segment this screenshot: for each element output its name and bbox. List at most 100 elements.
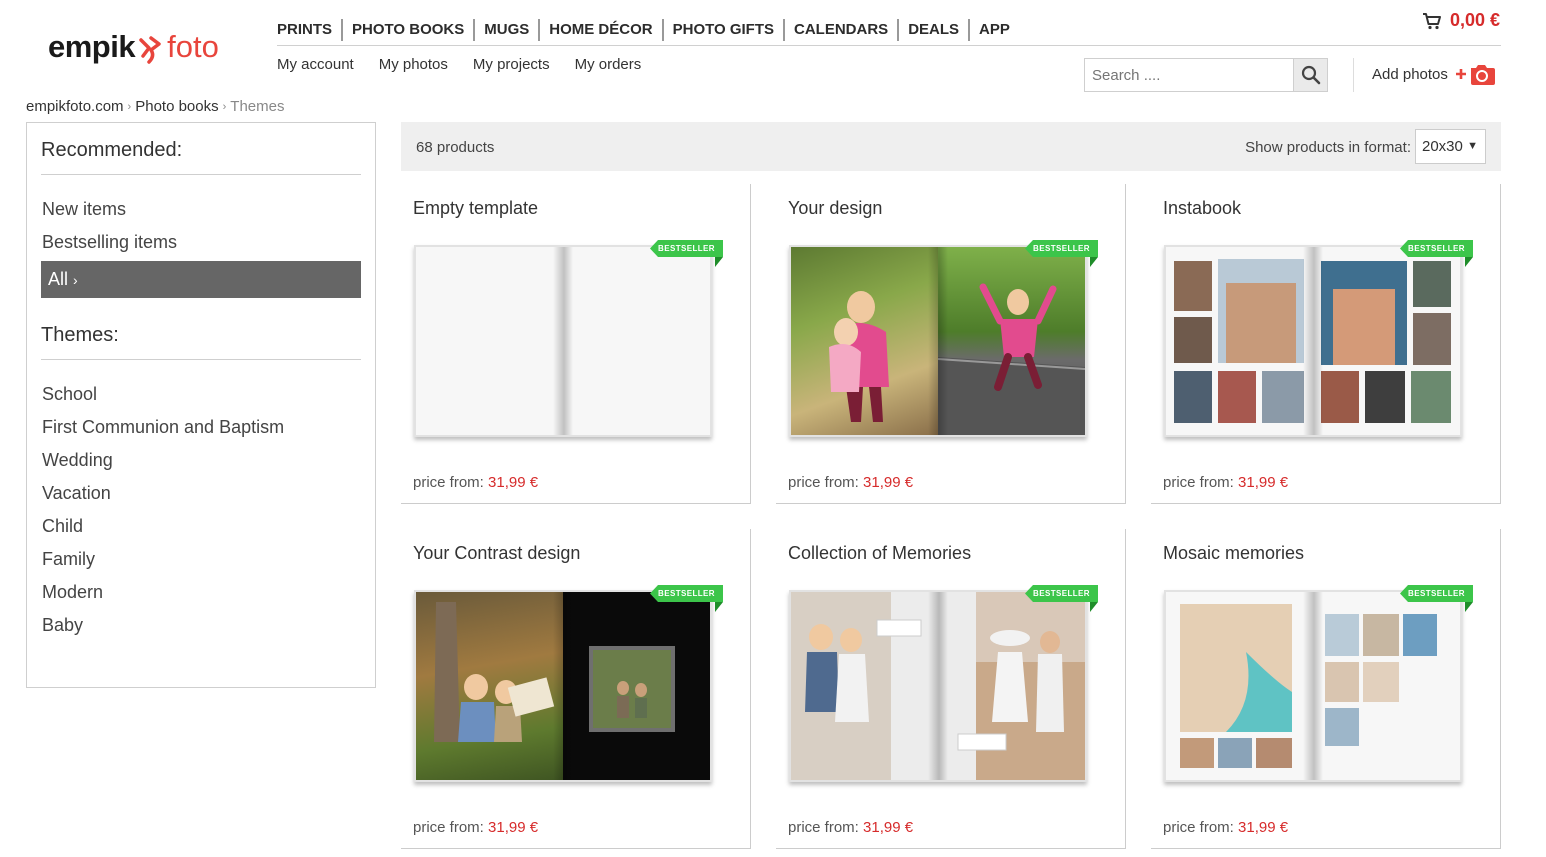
link-my-orders[interactable]: My orders — [575, 56, 642, 73]
product-image[interactable]: BESTSELLER — [414, 585, 723, 782]
product-card[interactable]: Mosaic memories BESTSELLER price from: 3… — [1151, 529, 1501, 849]
nav-calendars[interactable]: CALENDARS — [785, 18, 900, 41]
breadcrumb-photo-books[interactable]: Photo books — [135, 98, 218, 115]
bestseller-badge: BESTSELLER — [1400, 240, 1473, 257]
bestseller-badge: BESTSELLER — [650, 585, 723, 602]
price-value: 31,99 € — [863, 819, 914, 836]
sidebar: Recommended: New items Bestselling items… — [26, 122, 376, 688]
nav-app[interactable]: APP — [970, 19, 1019, 41]
nav-photo-gifts[interactable]: PHOTO GIFTS — [664, 18, 786, 41]
add-camera-icon — [1455, 65, 1495, 85]
theme-wedding[interactable]: Wedding — [41, 444, 361, 477]
photo-girls-hugging — [829, 291, 889, 422]
product-card[interactable]: Instabook BESTSELLER price from: 31,99 € — [1151, 184, 1501, 504]
logo[interactable]: empik foto — [48, 26, 219, 68]
product-count: 68 products — [416, 139, 495, 156]
nav-mugs[interactable]: MUGS — [475, 18, 541, 41]
price-label: price from: — [788, 819, 859, 836]
photo-kids-reading-map — [434, 602, 555, 742]
nav-photo-books[interactable]: PHOTO BOOKS — [343, 18, 476, 41]
theme-family[interactable]: Family — [41, 543, 361, 576]
product-image[interactable]: BESTSELLER — [1164, 240, 1473, 437]
photo-kids-in-forest — [589, 646, 675, 732]
logo-text-foto: foto — [167, 29, 219, 64]
search-button[interactable] — [1293, 59, 1327, 91]
product-price: price from: 31,99 € — [788, 819, 913, 836]
price-value: 31,99 € — [488, 819, 539, 836]
breadcrumb-current: Themes — [230, 98, 285, 115]
price-label: price from: — [413, 819, 484, 836]
product-title[interactable]: Empty template — [413, 198, 538, 219]
product-card[interactable]: Your Contrast design BESTSELLER price fr… — [401, 529, 751, 849]
price-value: 31,99 € — [488, 474, 539, 491]
theme-modern[interactable]: Modern — [41, 576, 361, 609]
search-icon — [1301, 65, 1320, 85]
photo-couple-on-beach — [957, 592, 1085, 780]
link-my-account[interactable]: My account — [277, 56, 354, 73]
nav-deals[interactable]: DEALS — [899, 18, 971, 41]
search-input[interactable] — [1085, 59, 1294, 91]
divider — [1353, 58, 1354, 92]
chevron-right-icon: › — [222, 100, 227, 113]
price-value: 31,99 € — [1238, 819, 1289, 836]
price-label: price from: — [1163, 819, 1234, 836]
product-image[interactable]: BESTSELLER — [414, 240, 723, 437]
theme-school[interactable]: School — [41, 378, 361, 411]
search-box — [1084, 58, 1328, 92]
product-image[interactable]: BESTSELLER — [789, 585, 1098, 782]
photo-kids-kissing — [791, 592, 938, 780]
price-label: price from: — [1163, 474, 1234, 491]
chevron-right-icon: › — [127, 100, 132, 113]
chevron-right-icon: › — [73, 272, 78, 288]
theme-communion[interactable]: First Communion and Baptism — [41, 411, 361, 444]
product-title[interactable]: Instabook — [1163, 198, 1241, 219]
add-photos-label: Add photos — [1372, 65, 1448, 83]
logo-mark-icon — [139, 36, 161, 64]
add-photos-button[interactable]: Add photos — [1372, 62, 1496, 86]
nav-prints[interactable]: PRINTS — [277, 18, 344, 41]
product-title[interactable]: Your Contrast design — [413, 543, 580, 564]
product-card[interactable]: Empty template BESTSELLER price from: 31… — [401, 184, 751, 504]
cart-button[interactable]: 0,00 € — [1422, 10, 1500, 31]
product-title[interactable]: Collection of Memories — [788, 543, 971, 564]
product-card[interactable]: Collection of Memories BESTSELLER price … — [776, 529, 1126, 849]
product-price: price from: 31,99 € — [413, 819, 538, 836]
photo-collage-selfies — [1321, 261, 1451, 423]
product-price: price from: 31,99 € — [1163, 819, 1288, 836]
bestseller-badge: BESTSELLER — [1400, 585, 1473, 602]
listing-toolbar: 68 products Show products in format: 20x… — [401, 122, 1501, 171]
product-image[interactable]: BESTSELLER — [1164, 585, 1473, 782]
bestseller-badge: BESTSELLER — [1025, 240, 1098, 257]
cart-amount: 0,00 € — [1449, 10, 1500, 30]
format-label: Show products in format: — [1245, 139, 1411, 156]
bestseller-badge: BESTSELLER — [1025, 585, 1098, 602]
theme-child[interactable]: Child — [41, 510, 361, 543]
price-value: 31,99 € — [1238, 474, 1289, 491]
format-value: 20x30 — [1422, 138, 1463, 155]
price-label: price from: — [413, 474, 484, 491]
product-image[interactable]: BESTSELLER — [789, 240, 1098, 437]
account-nav: My account My photos My projects My orde… — [277, 56, 641, 73]
theme-baby[interactable]: Baby — [41, 609, 361, 642]
breadcrumb-home[interactable]: empikfoto.com — [26, 98, 124, 115]
nav-home-decor[interactable]: HOME DÉCOR — [540, 18, 664, 41]
price-label: price from: — [788, 474, 859, 491]
product-card[interactable]: Your design BESTSELLER price from: 31,99… — [776, 184, 1126, 504]
caret-down-icon: ▼ — [1467, 140, 1478, 152]
link-my-photos[interactable]: My photos — [379, 56, 448, 73]
product-price: price from: 31,99 € — [788, 474, 913, 491]
recommended-heading: Recommended: — [41, 139, 361, 175]
format-select[interactable]: 20x30 ▼ — [1415, 129, 1486, 164]
main-nav: PRINTS PHOTO BOOKS MUGS HOME DÉCOR PHOTO… — [277, 14, 1501, 46]
sidebar-item-new[interactable]: New items — [41, 193, 361, 226]
themes-heading: Themes: — [41, 324, 361, 360]
theme-vacation[interactable]: Vacation — [41, 477, 361, 510]
sidebar-item-bestselling[interactable]: Bestselling items — [41, 226, 361, 259]
product-title[interactable]: Mosaic memories — [1163, 543, 1304, 564]
link-my-projects[interactable]: My projects — [473, 56, 550, 73]
product-title[interactable]: Your design — [788, 198, 882, 219]
sidebar-item-all[interactable]: All › — [41, 261, 361, 298]
logo-text-empik: empik — [48, 29, 136, 64]
photo-beach-aerial — [1180, 604, 1292, 768]
photo-collage-selfies — [1174, 259, 1304, 423]
